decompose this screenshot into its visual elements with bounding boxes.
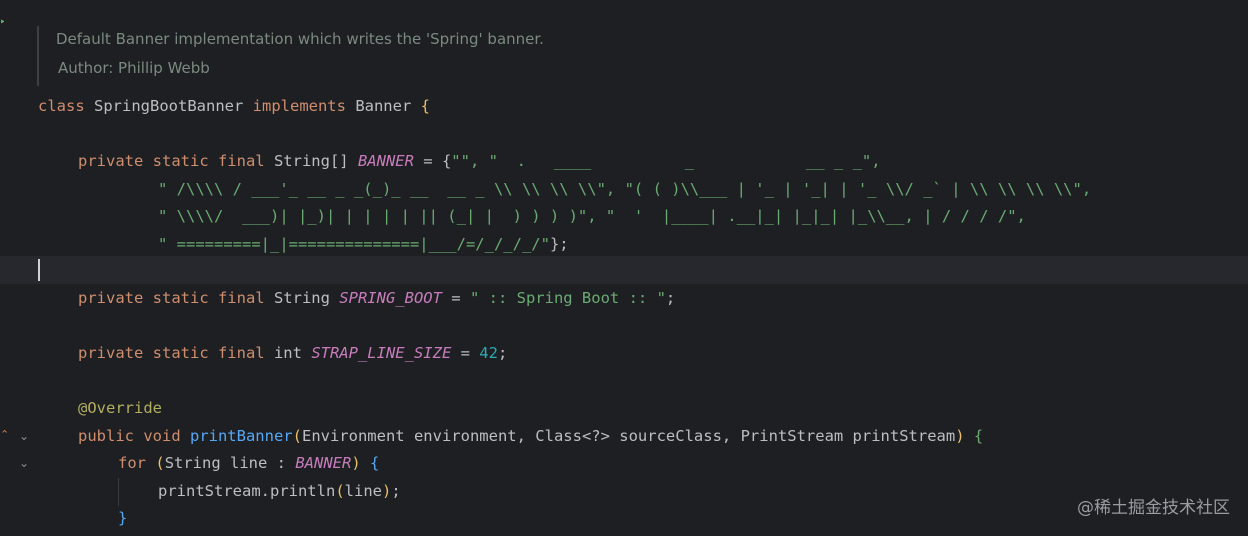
banner-field: BANNER	[357, 152, 414, 170]
code-line-strap-line-size: private static final int STRAP_LINE_SIZE…	[78, 343, 507, 363]
change-marker-icon: ▸	[0, 17, 4, 27]
text-caret	[38, 259, 40, 281]
code-line-spring-boot: private static final String SPRING_BOOT …	[78, 288, 675, 308]
spring-boot-modifiers: private static final	[78, 289, 265, 307]
strap-assign: =	[451, 344, 480, 362]
for-open-brace: {	[360, 454, 380, 472]
javadoc-description: Default Banner implementation which writ…	[56, 30, 544, 48]
spring-boot-field: SPRING_BOOT	[339, 289, 442, 307]
strap-modifiers: private static final	[78, 344, 265, 362]
method-modifiers: public void	[78, 427, 190, 445]
keyword-class: class	[38, 97, 85, 115]
banner-value-3: " \\\\/ ___)| |_)| | | | | || (_| | ) ) …	[158, 207, 1026, 225]
javadoc-author: Author: Phillip Webb	[58, 59, 210, 77]
banner-type: String[]	[264, 152, 358, 170]
keyword-implements: implements	[252, 97, 346, 115]
strap-field: STRAP_LINE_SIZE	[311, 344, 452, 362]
code-line-for-statement: for (String line : BANNER) {	[118, 453, 379, 473]
for-declaration: String line :	[164, 454, 296, 472]
code-line-banner-last: " =========|_|==============|___/=/_/_/_…	[158, 234, 569, 254]
spring-boot-type: String	[264, 289, 340, 307]
println-end: ;	[391, 482, 401, 500]
interface-name: Banner	[345, 97, 421, 115]
javadoc-bar	[37, 26, 39, 86]
strap-value: 42	[479, 344, 498, 362]
indent-guide	[118, 478, 119, 506]
banner-value-4: " =========|_|==============|___/=/_/_/_…	[158, 235, 550, 253]
method-name: printBanner	[189, 427, 293, 445]
class-open-brace: {	[420, 97, 430, 115]
method-open-brace: {	[964, 427, 984, 445]
watermark: @稀土掘金技术社区	[1077, 498, 1230, 518]
code-line-method-declaration: public void printBanner(Environment envi…	[78, 426, 983, 446]
for-banner-field: BANNER	[295, 454, 352, 472]
override-annotation: @Override	[78, 399, 162, 417]
banner-value-1: "", " . ____ _ __ _ _",	[451, 152, 881, 170]
banner-assign: = {	[413, 152, 452, 170]
for-open-paren: (	[155, 454, 165, 472]
method-params: Environment environment, Class<?> source…	[301, 427, 956, 445]
code-line-println: printStream.println(line);	[158, 481, 401, 501]
banner-value-2: " /\\\\ / ___'_ __ _ _(_)_ __ __ _ \\ \\…	[158, 180, 1092, 198]
fold-for-chevron-icon[interactable]: ⌄	[17, 456, 31, 470]
strap-type: int	[264, 344, 312, 362]
println-call: printStream.println	[158, 482, 336, 500]
fold-method-chevron-icon[interactable]: ⌄	[17, 429, 31, 443]
println-arg: line	[344, 482, 382, 500]
current-line-highlight	[0, 256, 1248, 284]
keyword-for: for	[118, 454, 146, 472]
method-open-paren: (	[292, 427, 302, 445]
strap-end: ;	[497, 344, 508, 362]
method-close-paren: )	[955, 427, 965, 445]
banner-close: };	[549, 235, 569, 253]
code-line-class-declaration: class SpringBootBanner implements Banner…	[38, 96, 430, 116]
code-line-banner-declaration: private static final String[] BANNER = {…	[78, 151, 881, 171]
code-editor[interactable]: ▸ ⌃ ⌄ ⌄ Default Banner implementation wh…	[0, 0, 1248, 536]
overrides-method-icon[interactable]: ⌃	[0, 428, 8, 442]
for-space	[146, 454, 155, 472]
banner-modifiers: private static final	[78, 152, 265, 170]
println-open-paren: (	[335, 482, 345, 500]
for-close-paren: )	[351, 454, 361, 472]
println-close-paren: )	[381, 482, 392, 500]
for-close-brace: }	[118, 509, 128, 527]
spring-boot-end: ;	[665, 289, 676, 307]
spring-boot-value: " :: Spring Boot :: "	[469, 289, 666, 307]
spring-boot-assign: =	[441, 289, 470, 307]
class-name: SpringBootBanner	[84, 97, 253, 115]
